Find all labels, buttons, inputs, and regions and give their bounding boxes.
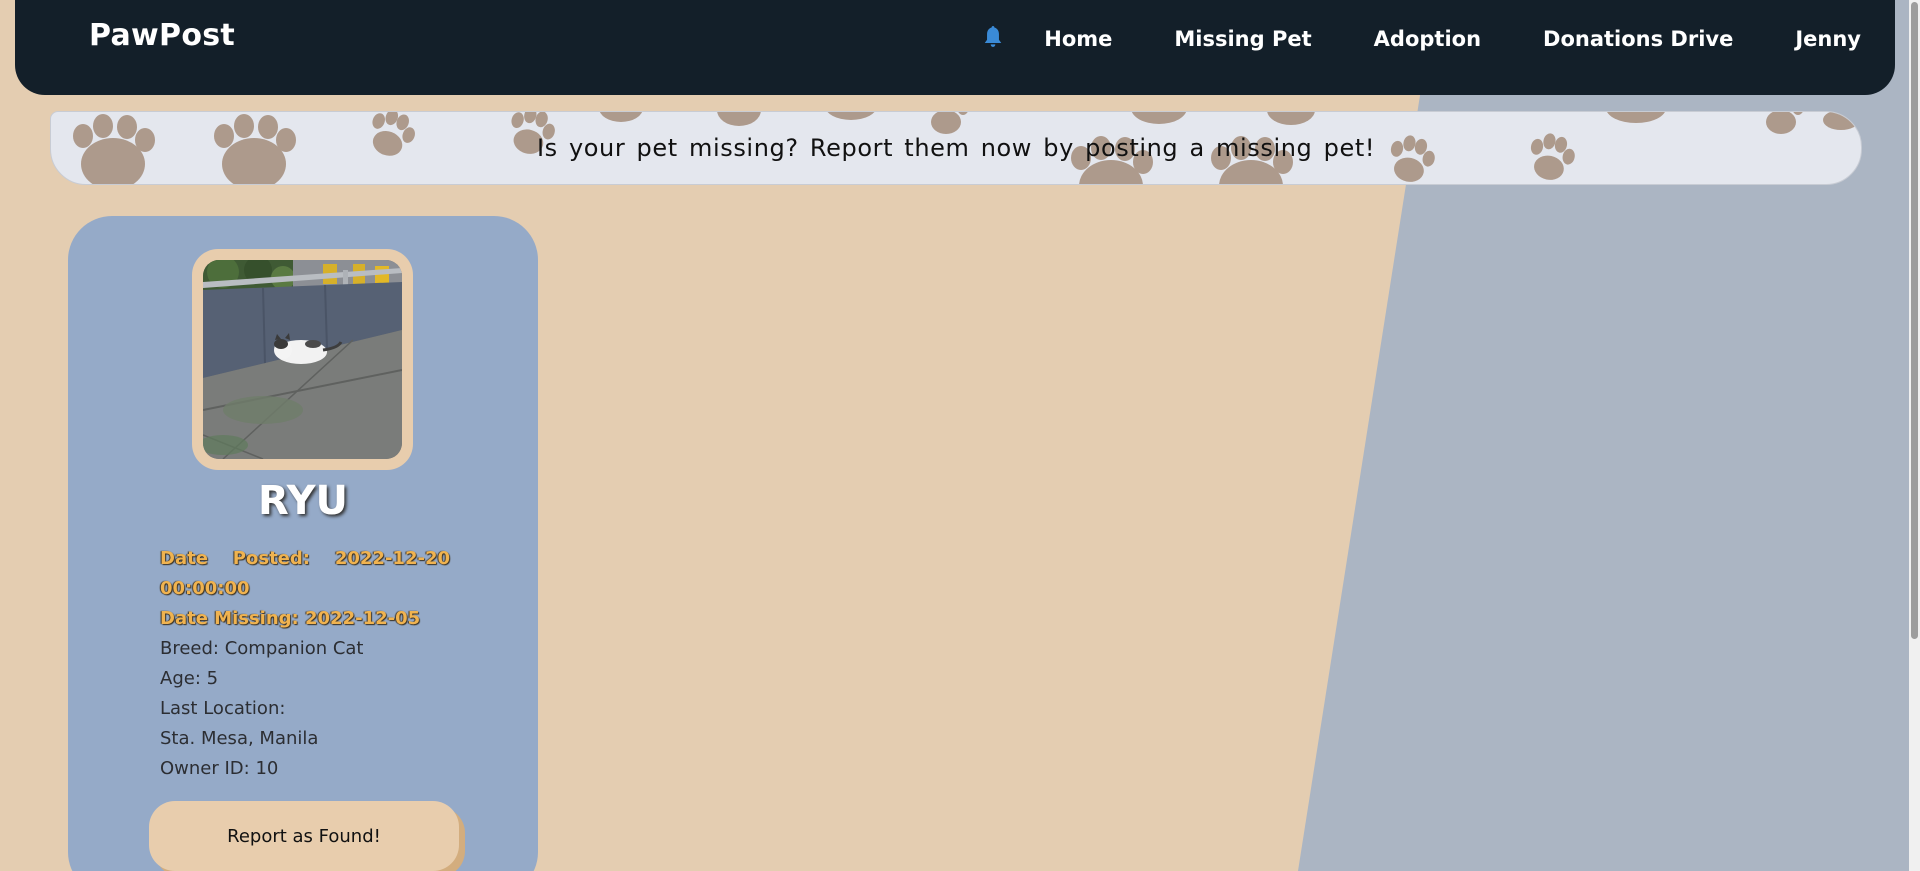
nav-adoption[interactable]: Adoption <box>1374 27 1481 51</box>
date-posted: Date Posted: 2022-12-20 <box>160 544 450 574</box>
nav-donations-drive[interactable]: Donations Drive <box>1543 27 1733 51</box>
pet-breed: Breed: Companion Cat <box>160 638 364 659</box>
nav-home[interactable]: Home <box>1044 27 1112 51</box>
pet-name: RYU <box>257 478 349 524</box>
last-location-label: Last Location: <box>160 698 286 719</box>
missing-pet-banner: Is your pet missing? Report them now by … <box>50 111 1862 185</box>
owner-id: Owner ID: 10 <box>160 758 279 779</box>
date-posted-label-1: Date <box>160 548 208 569</box>
report-as-found-button[interactable]: Report as Found! <box>149 801 459 871</box>
pet-age: Age: 5 <box>160 668 219 689</box>
top-navbar: PawPost Home Missing Pet Adoption Donati… <box>15 0 1895 95</box>
vertical-scrollbar[interactable] <box>1909 0 1920 871</box>
date-posted-value: 2022-12-20 <box>334 548 450 569</box>
bell-icon[interactable] <box>982 24 1004 50</box>
nav-links: Home Missing Pet Adoption Donations Driv… <box>982 0 1861 77</box>
pet-photo-frame <box>192 249 413 470</box>
date-posted-label-2: Posted: <box>232 548 310 569</box>
pet-photo[interactable] <box>198 256 403 460</box>
date-posted-time: 00:00:00 <box>160 578 250 599</box>
nav-user-jenny[interactable]: Jenny <box>1795 27 1861 51</box>
missing-pet-card: RYU Date Posted: 2022-12-20 00:00:00 Dat… <box>68 216 538 871</box>
scrollbar-thumb[interactable] <box>1911 2 1918 639</box>
last-location-value: Sta. Mesa, Manila <box>160 728 319 749</box>
pet-details: Date Posted: 2022-12-20 00:00:00 Date Mi… <box>160 544 460 784</box>
brand-logo[interactable]: PawPost <box>89 18 235 53</box>
banner-message: Is your pet missing? Report them now by … <box>536 134 1376 162</box>
date-missing: Date Missing: 2022-12-05 <box>160 608 421 629</box>
nav-missing-pet[interactable]: Missing Pet <box>1174 27 1311 51</box>
